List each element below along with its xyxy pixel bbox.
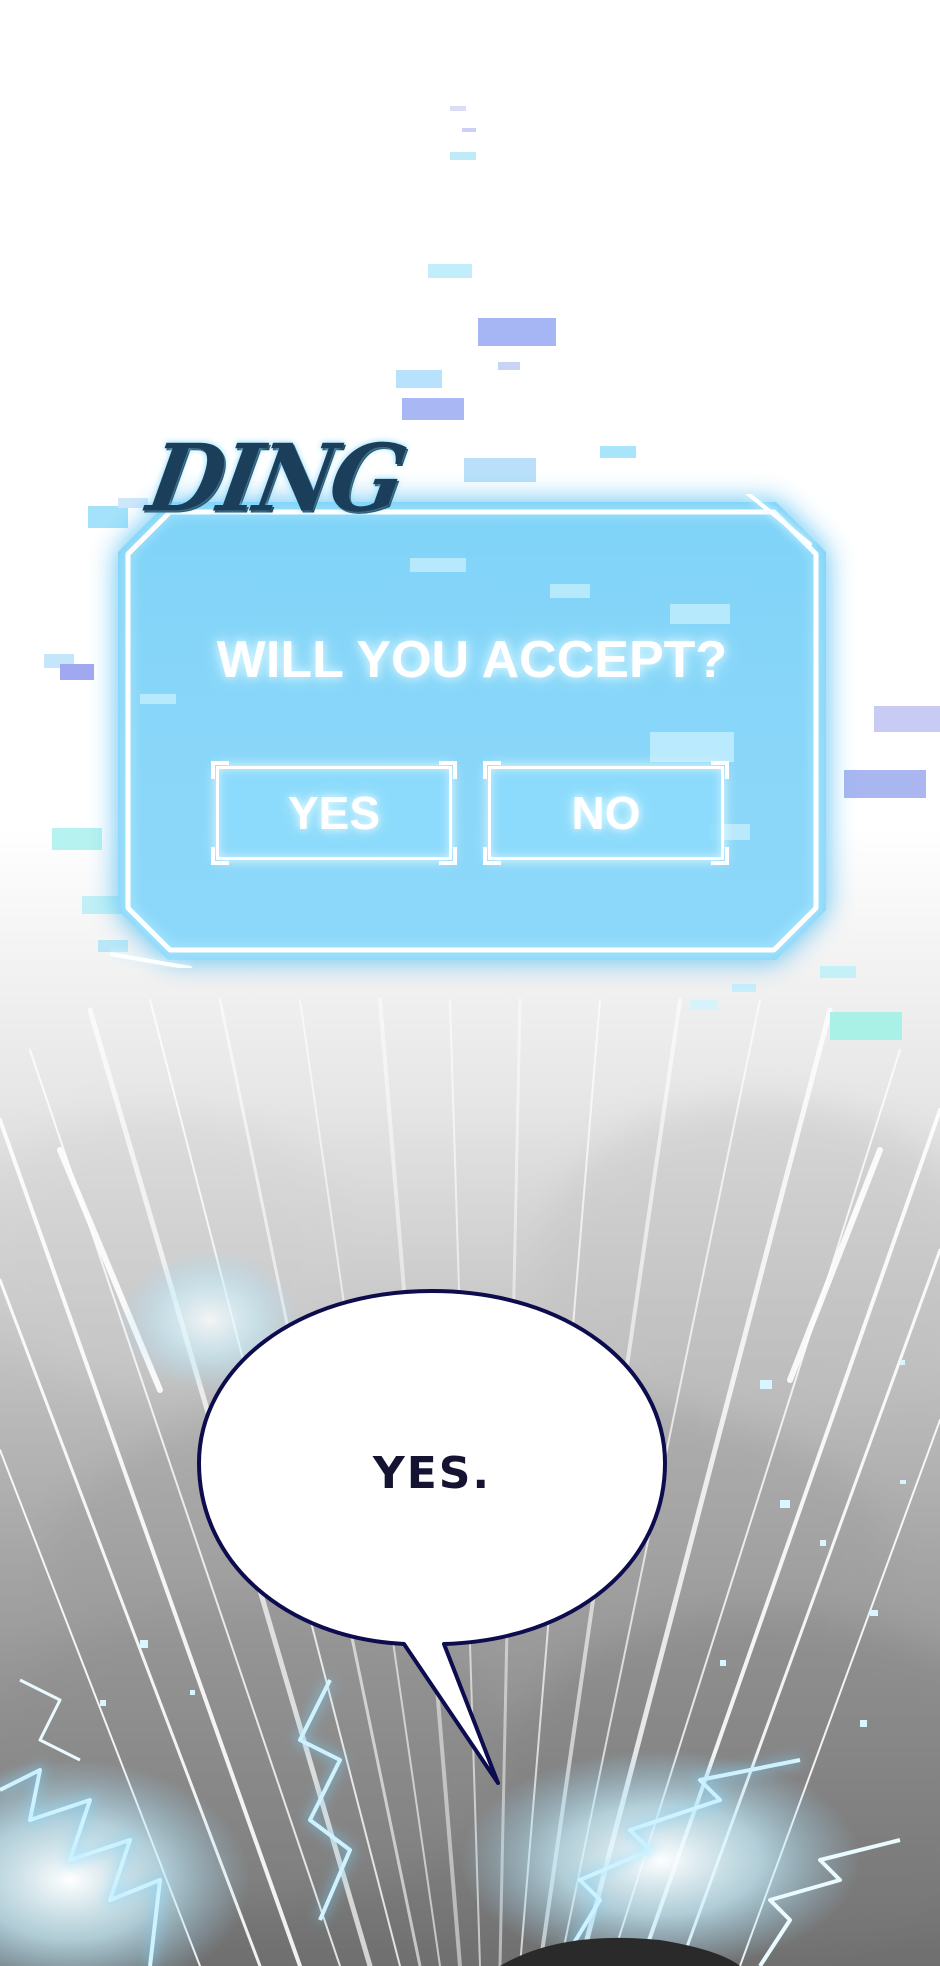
no-button-label: NO: [571, 787, 641, 839]
comic-panel: DING WILL YOU ACCEPT? YES NO YES.: [0, 0, 940, 1966]
button-corner: [211, 761, 229, 779]
button-corner: [711, 847, 729, 865]
speech-text: YES.: [372, 1448, 492, 1499]
button-corner: [439, 761, 457, 779]
button-corner: [483, 761, 501, 779]
button-corner: [439, 847, 457, 865]
yes-button-label: YES: [287, 787, 381, 839]
button-corner: [211, 847, 229, 865]
sound-effect-ding: DING: [140, 423, 411, 534]
light-glow-right: [460, 1750, 860, 1966]
button-corner: [483, 847, 501, 865]
system-window-frame: [110, 494, 819, 968]
button-corner: [711, 761, 729, 779]
panel-background: [0, 0, 940, 1966]
yes-button[interactable]: YES: [211, 761, 457, 865]
system-question: WILL YOU ACCEPT?: [216, 631, 728, 689]
no-button[interactable]: NO: [483, 761, 729, 865]
